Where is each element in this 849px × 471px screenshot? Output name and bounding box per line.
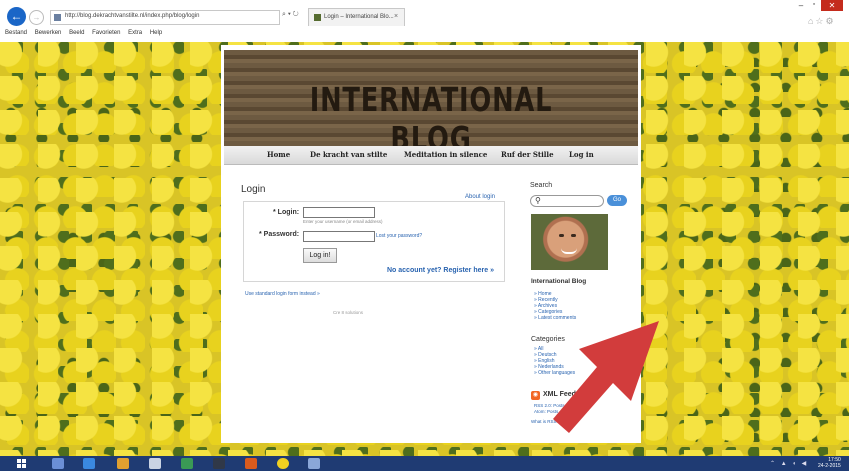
photo-eye-left [559, 234, 564, 237]
author-photo [531, 214, 608, 270]
red-arrow-shape [553, 321, 659, 433]
close-window-button[interactable]: ✕ [821, 0, 843, 11]
address-bar-buttons[interactable]: ⌕ ▾ ↻ [282, 11, 299, 19]
blog-heading: International Blog [531, 278, 587, 285]
taskbar-ie-icon[interactable] [83, 458, 95, 469]
minimize-button[interactable]: – [795, 1, 807, 10]
taskbar-app-icon-5[interactable] [277, 458, 289, 469]
nav-item-kracht-van-stilte[interactable]: De kracht van stilte [310, 150, 387, 159]
taskbar: ⌃ ▲ ◖ ◀ 17:50 24-2-2015 [0, 456, 849, 471]
search-heading: Search [530, 182, 553, 189]
menu-bar: Bestand Bewerken Beeld Favorieten Extra … [5, 30, 168, 36]
taskbar-app-icon-2[interactable] [181, 458, 193, 469]
nav-item-log-in[interactable]: Log in [569, 150, 594, 159]
red-arrow-annotation [553, 321, 659, 433]
menu-item-favorites[interactable]: Favorieten [92, 30, 120, 36]
menu-item-help[interactable]: Help [150, 30, 162, 36]
photo-eye-right [571, 234, 576, 237]
toolbar-icons[interactable]: ⌂☆⚙ [808, 16, 836, 27]
browser-chrome: ← → http://blog.dekrachtvanstilte.nl/ind… [0, 0, 849, 42]
back-button[interactable]: ← [7, 7, 26, 26]
system-tray-icons[interactable]: ⌃ ▲ ◖ ◀ [770, 460, 808, 467]
address-bar[interactable]: http://blog.dekrachtvanstilte.nl/index.p… [50, 10, 280, 25]
nav-item-meditation[interactable]: Meditation in silence [404, 150, 487, 159]
tab-favicon-icon [314, 14, 321, 21]
site-banner: INTERNATIONAL BLOG [224, 50, 638, 158]
taskbar-app-icon-4[interactable] [245, 458, 257, 469]
tab-title: Login – International Blo... [324, 14, 394, 20]
nav-item-home[interactable]: Home [267, 150, 290, 159]
login-button[interactable]: Log in! [303, 248, 337, 263]
register-link[interactable]: No account yet? Register here » [387, 267, 494, 274]
address-url: http://blog.dekrachtvanstilte.nl/index.p… [65, 13, 200, 19]
page-title: Login [241, 184, 266, 195]
menu-item-tools[interactable]: Extra [128, 30, 142, 36]
search-go-button[interactable]: Go [607, 195, 627, 206]
lost-password-link[interactable]: Lost your password? [376, 233, 422, 239]
site-favicon-icon [54, 14, 61, 21]
taskbar-app-icon-1[interactable] [149, 458, 161, 469]
login-label: * Login: [273, 209, 300, 216]
nav-item-ruf-der-stille[interactable]: Ruf der Stille [501, 150, 554, 159]
windows-start-icon[interactable] [17, 459, 27, 468]
taskbar-app-icon-6[interactable] [308, 458, 320, 469]
tab-close-icon[interactable]: × [394, 13, 398, 20]
clock-date: 24-2-2015 [818, 463, 841, 469]
taskbar-app-icon-3[interactable] [213, 458, 225, 469]
rss-icon: ◉ [531, 391, 540, 400]
menu-item-view[interactable]: Beeld [69, 30, 84, 36]
login-hint: Enter your username (or email address) [303, 219, 383, 224]
password-label: * Password: [259, 231, 300, 238]
about-login-link[interactable]: About login [465, 194, 495, 200]
blog-page: INTERNATIONAL BLOG Home De kracht van st… [221, 45, 659, 443]
login-field[interactable] [303, 207, 375, 218]
maximize-button[interactable]: ▫ [808, 1, 820, 10]
menu-item-edit[interactable]: Bewerken [35, 30, 62, 36]
taskbar-explorer-icon[interactable] [52, 458, 64, 469]
taskbar-folder-icon[interactable] [117, 458, 129, 469]
standard-login-form-link[interactable]: Use standard login form instead » [245, 291, 320, 297]
search-input[interactable]: ⚲ [530, 195, 604, 207]
taskbar-clock[interactable]: 17:50 24-2-2015 [818, 457, 841, 469]
password-field[interactable] [303, 231, 375, 242]
main-nav: Home De kracht van stilte Meditation in … [224, 146, 638, 165]
photo-smile [561, 248, 577, 254]
browser-tab[interactable]: Login – International Blo... × [308, 8, 405, 26]
footer-credit: Cre 8 solutions [333, 310, 364, 315]
search-icon: ⚲ [535, 196, 541, 205]
menu-item-file[interactable]: Bestand [5, 30, 27, 36]
forward-button[interactable]: → [29, 10, 44, 25]
